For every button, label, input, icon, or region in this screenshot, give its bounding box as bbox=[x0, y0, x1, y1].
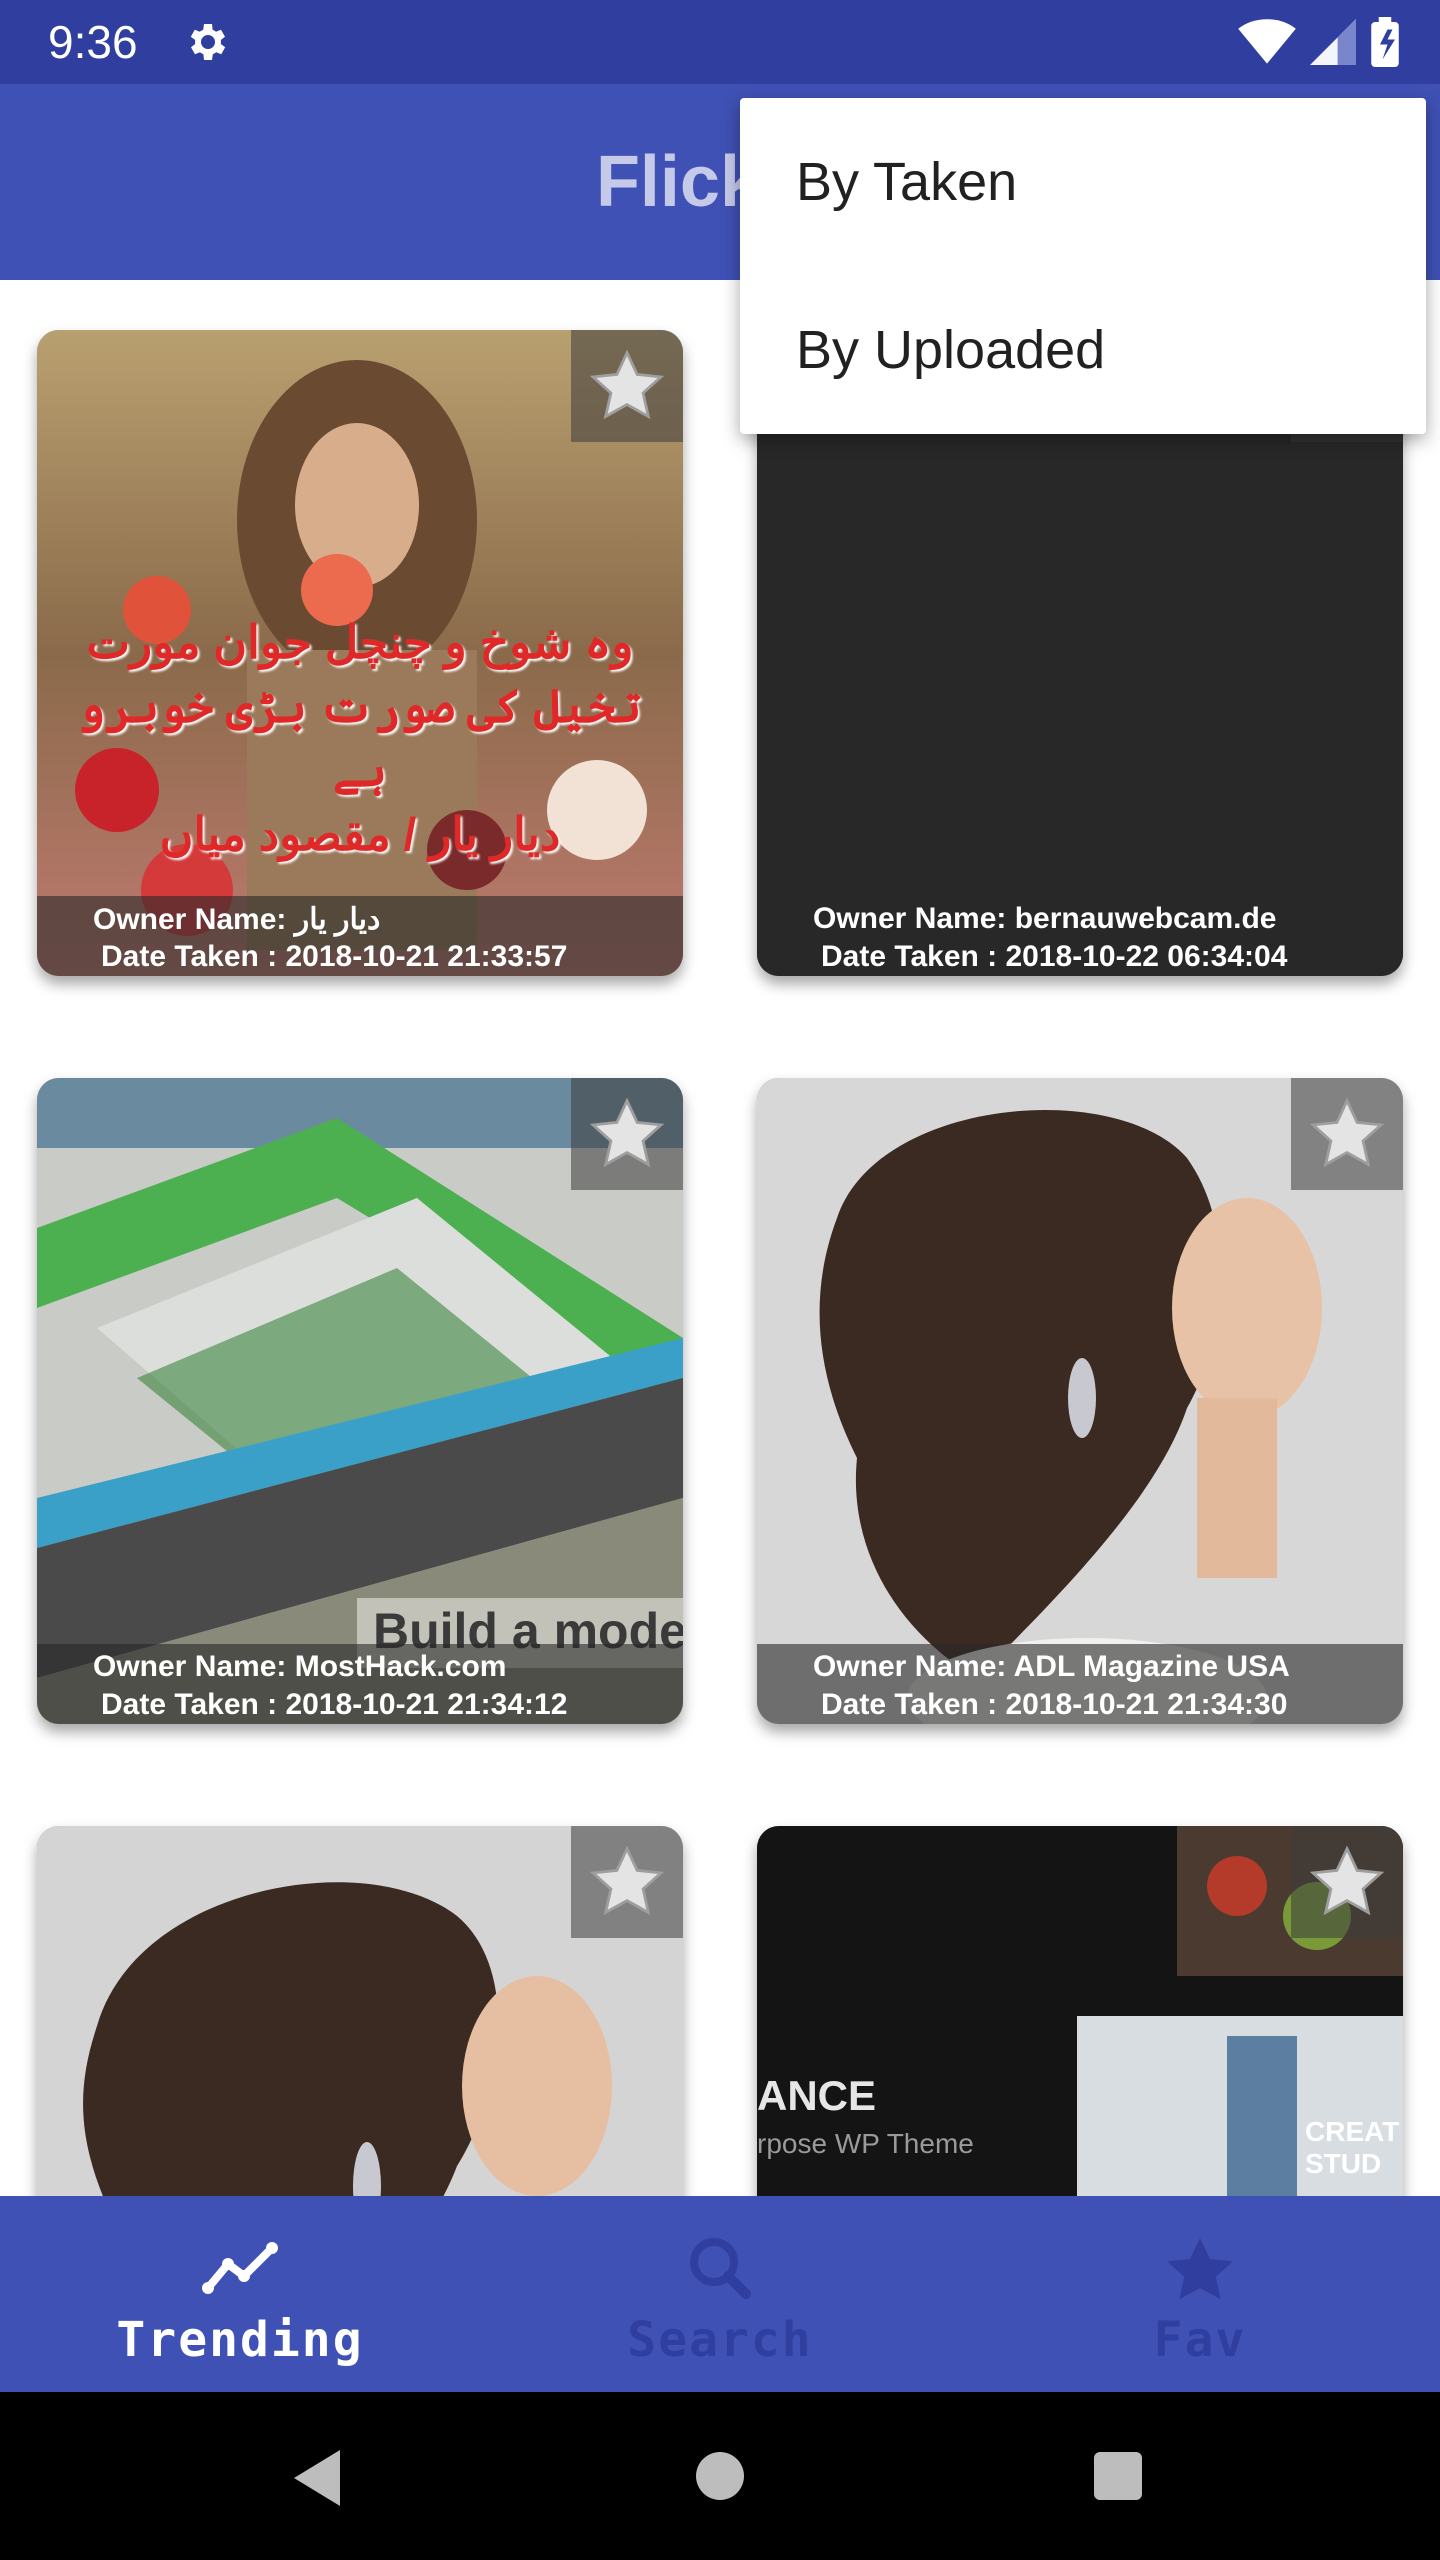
bottom-navigation: Trending Search Fav bbox=[0, 2196, 1440, 2392]
image-overlay-text: CREAT bbox=[1305, 2116, 1400, 2147]
photo-card[interactable]: وہ شوخ و چنچل جوان مورت تخیل کی صورت بڑی… bbox=[37, 330, 683, 976]
nav-item-fav[interactable]: Fav bbox=[960, 2196, 1440, 2392]
favorite-star-button[interactable] bbox=[571, 330, 683, 442]
date-taken: Date Taken : 2018-10-21 21:34:12 bbox=[101, 1688, 568, 1721]
battery-icon bbox=[1371, 17, 1399, 67]
image-overlay-text: ANCE bbox=[757, 2072, 877, 2119]
menu-item-by-taken[interactable]: By Taken bbox=[796, 150, 1017, 214]
image-overlay-text: rpose WP Theme bbox=[757, 2128, 974, 2159]
back-icon[interactable] bbox=[288, 2446, 348, 2510]
photo-card[interactable] bbox=[37, 1826, 683, 2196]
owner-name: Owner Name: ADL Magazine USA bbox=[813, 1650, 1290, 1683]
star-outline-icon bbox=[589, 349, 665, 420]
favorite-star-button[interactable] bbox=[571, 1826, 683, 1938]
home-icon[interactable] bbox=[694, 2450, 746, 2502]
search-icon bbox=[690, 2238, 751, 2299]
photo-caption: Owner Name: ADL Magazine USA Date Taken … bbox=[757, 1644, 1403, 1724]
owner-name: Owner Name: bernauwebcam.de bbox=[813, 902, 1277, 935]
star-outline-icon bbox=[1309, 1097, 1385, 1168]
photo-caption: Owner Name: ديار يار Date Taken : 2018-1… bbox=[37, 896, 683, 976]
star-outline-icon bbox=[589, 1097, 665, 1168]
star-outline-icon bbox=[1309, 1845, 1385, 1916]
wifi-icon bbox=[1238, 19, 1296, 64]
photo-caption: Owner Name: bernauwebcam.de Date Taken :… bbox=[757, 896, 1403, 976]
owner-name: Owner Name: ديار يار bbox=[93, 903, 381, 936]
cell-signal-icon bbox=[1310, 19, 1356, 65]
menu-item-by-uploaded[interactable]: By Uploaded bbox=[796, 318, 1105, 382]
owner-name: Owner Name: MostHack.com bbox=[93, 1650, 507, 1683]
favorite-star-button[interactable] bbox=[1291, 1826, 1403, 1938]
settings-gear-icon bbox=[190, 24, 226, 60]
favorite-star-button[interactable] bbox=[571, 1078, 683, 1190]
date-taken: Date Taken : 2018-10-21 21:33:57 bbox=[101, 940, 568, 973]
nav-label-search: Search bbox=[627, 2312, 813, 2368]
nav-label-trending: Trending bbox=[116, 2312, 364, 2368]
status-time: 9:36 bbox=[48, 16, 138, 68]
nav-item-trending[interactable]: Trending bbox=[0, 2196, 480, 2392]
image-overlay-text: STUD bbox=[1305, 2148, 1382, 2179]
sort-menu: By Taken By Uploaded bbox=[740, 98, 1426, 434]
star-icon bbox=[1167, 2238, 1233, 2300]
nav-item-search[interactable]: Search bbox=[480, 2196, 960, 2392]
date-taken: Date Taken : 2018-10-22 06:34:04 bbox=[821, 940, 1288, 973]
photo-grid[interactable]: وہ شوخ و چنچل جوان مورت تخیل کی صورت بڑی… bbox=[0, 280, 1440, 2196]
photo-card[interactable]: Owner Name: ADL Magazine USA Date Taken … bbox=[757, 1078, 1403, 1724]
system-navigation-bar bbox=[0, 2392, 1440, 2560]
photo-card[interactable]: Build a moder Owner Name: MostHack.com D… bbox=[37, 1078, 683, 1724]
trending-icon bbox=[202, 2242, 278, 2294]
status-bar: 9:36 bbox=[0, 0, 1440, 84]
photo-card[interactable]: ANCE rpose WP Theme CREAT STUD bbox=[757, 1826, 1403, 2196]
photo-caption: Owner Name: MostHack.com Date Taken : 20… bbox=[37, 1644, 683, 1724]
urdu-overlay-text: وہ شوخ و چنچل جوان مورت تخیل کی صورت بڑی… bbox=[78, 616, 642, 860]
star-outline-icon bbox=[589, 1845, 665, 1916]
favorite-star-button[interactable] bbox=[1291, 1078, 1403, 1190]
date-taken: Date Taken : 2018-10-21 21:34:30 bbox=[821, 1688, 1288, 1721]
nav-label-fav: Fav bbox=[1153, 2312, 1247, 2368]
recents-icon[interactable] bbox=[1092, 2450, 1144, 2502]
